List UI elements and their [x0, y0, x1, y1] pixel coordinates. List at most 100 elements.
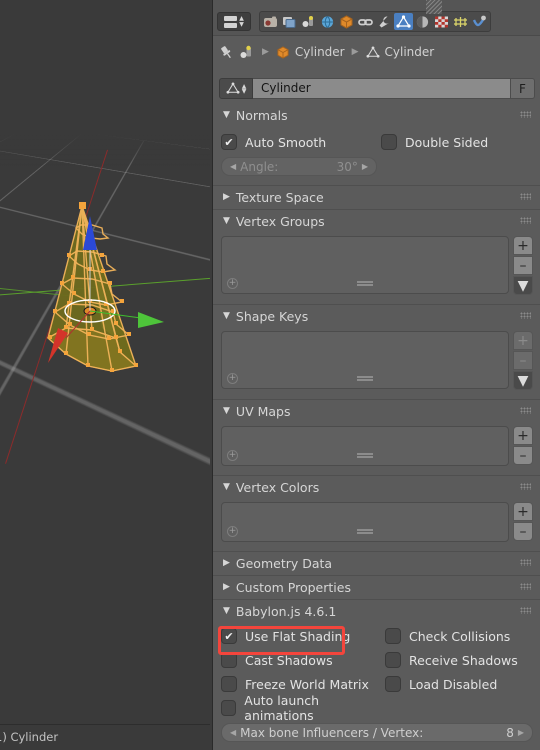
panel-grip-icon — [520, 193, 531, 200]
tab-render[interactable] — [261, 13, 280, 30]
panel-grip-icon — [520, 483, 531, 490]
properties-panel-list: ▼ Normals Auto Smooth Double Sided ◀ — [213, 104, 540, 750]
remove-vertex-color-button[interactable]: – — [513, 522, 533, 541]
checkbox-load-disabled-box[interactable] — [385, 676, 401, 692]
tab-modifiers[interactable] — [375, 13, 394, 30]
panel-body-vertex-colors: + + – — [213, 498, 540, 550]
uv-maps-list[interactable]: + — [221, 426, 509, 466]
remove-shape-key-button[interactable]: – — [513, 351, 533, 370]
vertex-groups-list[interactable]: + — [221, 236, 509, 294]
list-grab-handle[interactable] — [357, 529, 373, 534]
list-add-small-icon[interactable]: + — [227, 373, 238, 384]
tab-physics[interactable] — [470, 13, 489, 30]
checkbox-auto-smooth-label: Auto Smooth — [245, 134, 327, 150]
list-grab-handle[interactable] — [357, 376, 373, 381]
checkbox-check-collisions-box[interactable] — [385, 628, 401, 644]
mesh-name-input[interactable]: Cylinder — [253, 78, 511, 99]
checkbox-auto-launch-animations[interactable]: Auto launch animations — [221, 693, 385, 723]
add-vertex-group-button[interactable]: + — [513, 236, 533, 255]
list-grab-handle[interactable] — [357, 281, 373, 286]
tab-texture[interactable] — [432, 13, 451, 30]
checkbox-double-sided[interactable]: Double Sided — [381, 130, 488, 154]
mesh-name-field[interactable]: ▲ ▼ Cylinder F — [219, 78, 535, 99]
checkbox-use-flat-shading[interactable]: Use Flat Shading — [221, 624, 385, 648]
checkbox-receive-shadows[interactable]: Receive Shadows — [385, 648, 518, 672]
pin-icon[interactable] — [219, 45, 234, 60]
tab-object-data[interactable] — [394, 13, 413, 30]
breadcrumb-object-label[interactable]: Cylinder — [295, 45, 345, 59]
tab-object[interactable] — [337, 13, 356, 30]
angle-slider[interactable]: ◀ Angle: 30° ▶ — [221, 157, 377, 176]
checkbox-auto-smooth[interactable]: Auto Smooth — [221, 130, 381, 154]
breadcrumb[interactable]: ▶ Cylinder ▶ Cylinder — [219, 42, 434, 62]
vertex-colors-buttons[interactable]: + – — [513, 502, 533, 541]
panel-title-geometry-data: Geometry Data — [235, 555, 333, 571]
checkbox-load-disabled-label: Load Disabled — [409, 676, 498, 692]
fake-user-button[interactable]: F — [511, 78, 535, 99]
list-add-small-icon[interactable]: + — [227, 526, 238, 537]
checkbox-freeze-world-matrix-box[interactable] — [221, 676, 237, 692]
panel-header-vertex-groups[interactable]: ▼ Vertex Groups — [213, 210, 540, 232]
panel-grip-icon — [520, 407, 531, 414]
remove-vertex-group-button[interactable]: – — [513, 256, 533, 275]
panel-grip-icon — [520, 559, 531, 566]
panel-header-normals[interactable]: ▼ Normals — [213, 104, 540, 126]
remove-uv-map-button[interactable]: – — [513, 446, 533, 465]
uv-maps-buttons[interactable]: + – — [513, 426, 533, 465]
tab-render-layers[interactable] — [280, 13, 299, 30]
tab-scene[interactable] — [299, 13, 318, 30]
panel-header-custom-properties[interactable]: ▶ Custom Properties — [213, 576, 540, 598]
panel-grip-icon — [520, 217, 531, 224]
checkbox-auto-smooth-box[interactable] — [221, 134, 237, 150]
shape-key-specials-menu[interactable]: ▼ — [513, 371, 533, 390]
panel-title-babylon: Babylon.js 4.6.1 — [235, 603, 337, 619]
max-bone-influencers-value: 8 — [506, 725, 514, 740]
3d-viewport[interactable]: 1) Cylinder — [0, 0, 210, 750]
panel-body-vertex-groups: + + – ▼ — [213, 232, 540, 303]
panel-title-shape-keys: Shape Keys — [235, 308, 309, 324]
properties-tabstrip[interactable]: ▲ ▼ — [217, 11, 491, 32]
list-add-small-icon[interactable]: + — [227, 450, 238, 461]
panel-header-vertex-colors[interactable]: ▼ Vertex Colors — [213, 476, 540, 498]
panel-header-texture-space[interactable]: ▶ Texture Space — [213, 186, 540, 208]
slider-right-arrow-icon[interactable]: ▶ — [362, 162, 368, 171]
checkbox-double-sided-box[interactable] — [381, 134, 397, 150]
properties-tab-buttons[interactable] — [259, 11, 491, 32]
editor-type-icon[interactable]: ▲ ▼ — [217, 12, 251, 31]
mesh-data-icon[interactable]: ▲ ▼ — [219, 78, 253, 99]
add-uv-map-button[interactable]: + — [513, 426, 533, 445]
list-add-small-icon[interactable]: + — [227, 278, 238, 289]
panel-header-babylon[interactable]: ▼ Babylon.js 4.6.1 — [213, 600, 540, 622]
panel-header-shape-keys[interactable]: ▼ Shape Keys — [213, 305, 540, 327]
cylinder-mesh-object[interactable] — [36, 178, 164, 372]
checkbox-cast-shadows-box[interactable] — [221, 652, 237, 668]
checkbox-receive-shadows-label: Receive Shadows — [409, 652, 518, 668]
slider-right-arrow-icon[interactable]: ▶ — [518, 728, 524, 737]
panel-header-uv-maps[interactable]: ▼ UV Maps — [213, 400, 540, 422]
checkbox-use-flat-shading-box[interactable] — [221, 628, 237, 644]
vertex-groups-buttons[interactable]: + – ▼ — [513, 236, 533, 295]
list-grab-handle[interactable] — [357, 453, 373, 458]
breadcrumb-arrow-2: ▶ — [351, 47, 359, 57]
shape-keys-list[interactable]: + — [221, 331, 509, 389]
add-vertex-color-button[interactable]: + — [513, 502, 533, 521]
checkbox-receive-shadows-box[interactable] — [385, 652, 401, 668]
tab-constraints[interactable] — [356, 13, 375, 30]
checkbox-auto-launch-animations-box[interactable] — [221, 700, 237, 716]
checkbox-load-disabled[interactable]: Load Disabled — [385, 672, 497, 696]
checkbox-cast-shadows[interactable]: Cast Shadows — [221, 648, 385, 672]
tab-material[interactable] — [413, 13, 432, 30]
tab-particles[interactable] — [451, 13, 470, 30]
panel-header-geometry-data[interactable]: ▶ Geometry Data — [213, 552, 540, 574]
breadcrumb-mesh-label[interactable]: Cylinder — [385, 45, 435, 59]
add-shape-key-button[interactable]: + — [513, 331, 533, 350]
vertex-group-specials-menu[interactable]: ▼ — [513, 276, 533, 295]
context-icon[interactable] — [239, 45, 255, 60]
max-bone-influencers-slider[interactable]: ◀ Max bone Influencers / Vertex: 8 ▶ — [221, 723, 533, 742]
editor-resize-grip[interactable] — [426, 0, 442, 14]
shape-keys-buttons[interactable]: + – ▼ — [513, 331, 533, 390]
checkbox-check-collisions[interactable]: Check Collisions — [385, 624, 510, 648]
vertex-colors-list[interactable]: + — [221, 502, 509, 542]
chevron-down-icon: ▼ — [223, 311, 230, 321]
tab-world[interactable] — [318, 13, 337, 30]
